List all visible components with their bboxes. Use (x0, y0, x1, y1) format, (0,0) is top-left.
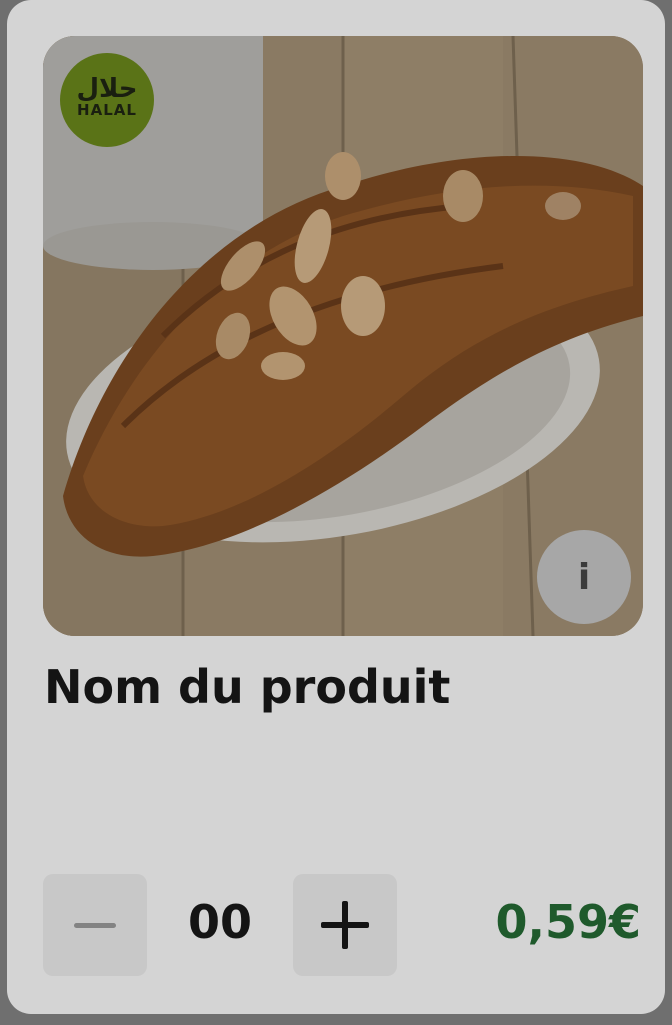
info-button[interactable]: i (537, 530, 631, 624)
decrement-button[interactable] (43, 874, 147, 976)
halal-arabic-text: حلال (76, 74, 138, 104)
info-icon: i (577, 556, 591, 598)
minus-icon (74, 922, 116, 928)
halal-latin-text: HALAL (77, 101, 137, 119)
increment-button[interactable] (293, 874, 397, 976)
product-card: حلال HALAL i Nom du produit 00 0,59€ (7, 0, 665, 1014)
product-price: 0,59€ (495, 895, 641, 949)
product-name: Nom du produit (44, 660, 451, 714)
halal-badge: حلال HALAL (60, 53, 154, 147)
plus-icon-vertical (342, 901, 348, 949)
quantity-value: 00 (187, 895, 252, 949)
product-image: حلال HALAL i (43, 36, 643, 636)
